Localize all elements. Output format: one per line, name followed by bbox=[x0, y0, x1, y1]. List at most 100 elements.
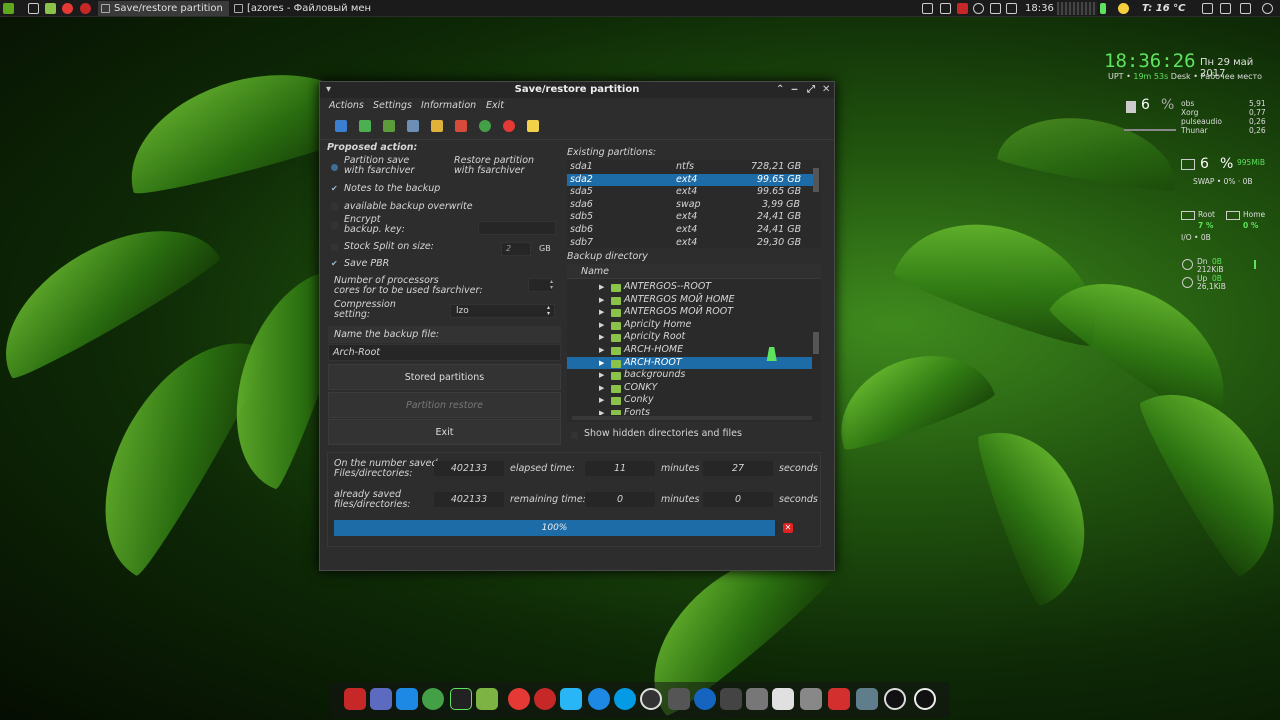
folder-icon[interactable] bbox=[431, 120, 443, 132]
dock-app-icon[interactable] bbox=[856, 688, 878, 710]
minimize-icon[interactable]: ⌃ bbox=[776, 82, 784, 98]
info-icon[interactable] bbox=[527, 120, 539, 132]
speaker-icon[interactable] bbox=[1220, 3, 1231, 14]
dock-app-icon[interactable] bbox=[694, 688, 716, 710]
dock-download-icon[interactable] bbox=[396, 688, 418, 710]
expand-arrow-icon[interactable]: ▶ bbox=[599, 319, 604, 332]
menu-information[interactable]: Information bbox=[421, 100, 476, 111]
notes-label[interactable]: Notes to the backup bbox=[344, 183, 440, 194]
split-label[interactable]: Stock Split on size: bbox=[344, 241, 434, 252]
dock-app-icon[interactable] bbox=[370, 688, 392, 710]
dock-files-icon[interactable] bbox=[476, 688, 498, 710]
terminal-icon[interactable] bbox=[28, 3, 39, 14]
chrome-icon[interactable] bbox=[62, 3, 73, 14]
dock-usb-icon[interactable] bbox=[746, 688, 768, 710]
split-size-spinbox[interactable]: 2 bbox=[501, 242, 531, 256]
shade-icon[interactable]: ‒ bbox=[791, 82, 798, 98]
files-icon[interactable] bbox=[45, 3, 56, 14]
encrypt-key-input[interactable] bbox=[478, 221, 556, 235]
dock-app-icon[interactable] bbox=[772, 688, 794, 710]
exit-button[interactable]: Exit bbox=[328, 419, 561, 445]
radio-restore[interactable] bbox=[441, 164, 448, 171]
cancel-icon[interactable]: ✕ bbox=[783, 523, 793, 533]
column-header-name[interactable]: Name bbox=[567, 264, 821, 279]
split-checkbox[interactable] bbox=[331, 244, 338, 251]
dock-app-icon[interactable] bbox=[800, 688, 822, 710]
dock-chrome-icon[interactable] bbox=[508, 688, 530, 710]
globe-icon[interactable] bbox=[479, 120, 491, 132]
volume-icon[interactable] bbox=[1202, 3, 1213, 14]
encrypt-label[interactable]: Encrypt backup. key: bbox=[344, 215, 405, 235]
dock-gmail-icon[interactable] bbox=[828, 688, 850, 710]
tray-icon[interactable] bbox=[957, 3, 968, 14]
partition-row[interactable]: sda5 ext4 99.65 GB bbox=[567, 186, 815, 199]
restore-icon[interactable] bbox=[359, 120, 371, 132]
expand-arrow-icon[interactable]: ▶ bbox=[599, 369, 604, 382]
partition-restore-button[interactable]: Partition restore bbox=[328, 392, 561, 418]
taskbar-item-save-restore[interactable]: Save/restore partition bbox=[98, 1, 229, 16]
stop-icon[interactable] bbox=[503, 120, 515, 132]
directory-row[interactable]: ▶ ANTERGOS МОЙ HOME bbox=[567, 294, 812, 307]
partition-row[interactable]: sdb5 ext4 24,41 GB bbox=[567, 211, 815, 224]
dock-refresh-icon[interactable] bbox=[422, 688, 444, 710]
expand-arrow-icon[interactable]: ▶ bbox=[599, 331, 604, 344]
overwrite-checkbox[interactable] bbox=[331, 203, 338, 210]
expand-arrow-icon[interactable]: ▶ bbox=[599, 344, 604, 357]
show-hidden-checkbox[interactable] bbox=[571, 432, 578, 439]
expand-arrow-icon[interactable]: ▶ bbox=[599, 407, 604, 415]
taskbar-item-file-manager[interactable]: [azores - Файловый мен... bbox=[231, 1, 371, 16]
radio-restore-label[interactable]: Restore partition with fsarchiver bbox=[454, 156, 534, 176]
tray-icon[interactable] bbox=[973, 3, 984, 14]
pbr-checkbox[interactable]: ✔ bbox=[331, 259, 338, 268]
dock-opera-icon[interactable] bbox=[534, 688, 556, 710]
encrypt-checkbox[interactable] bbox=[331, 222, 338, 229]
tray-icon[interactable] bbox=[922, 3, 933, 14]
directory-hscrollbar[interactable] bbox=[572, 416, 812, 420]
menu-settings[interactable]: Settings bbox=[373, 100, 412, 111]
processors-spinbox[interactable]: ▴ ▾ bbox=[528, 278, 554, 292]
dock-monitor-icon[interactable] bbox=[560, 688, 582, 710]
app-menu-icon[interactable] bbox=[3, 3, 14, 14]
expand-arrow-icon[interactable]: ▶ bbox=[599, 281, 604, 294]
directory-row[interactable]: ▶ CONKY bbox=[567, 382, 812, 395]
dock-skype-icon[interactable] bbox=[614, 688, 636, 710]
stored-partitions-button[interactable]: Stored partitions bbox=[328, 364, 561, 390]
close-icon[interactable]: ✕ bbox=[822, 82, 830, 98]
dock-app-icon[interactable] bbox=[884, 688, 906, 710]
notes-icon[interactable] bbox=[1240, 3, 1251, 14]
directory-row[interactable]: ▶ backgrounds bbox=[567, 369, 812, 382]
notes-checkbox[interactable]: ✔ bbox=[331, 184, 338, 193]
partition-row[interactable]: sda6 swap 3,99 GB bbox=[567, 199, 815, 212]
pbr-label[interactable]: Save PBR bbox=[344, 258, 389, 269]
menu-exit[interactable]: Exit bbox=[486, 100, 504, 111]
partition-scrollbar[interactable] bbox=[813, 168, 819, 192]
dock-app-icon[interactable] bbox=[668, 688, 690, 710]
menu-actions[interactable]: Actions bbox=[329, 100, 364, 111]
dock-chat-icon[interactable] bbox=[588, 688, 610, 710]
tray-icon[interactable] bbox=[1006, 3, 1017, 14]
directory-row[interactable]: ▶ Apricity Home bbox=[567, 319, 812, 332]
radio-save-label[interactable]: Partition save with fsarchiver bbox=[344, 156, 414, 176]
maximize-icon[interactable]: ⤢ bbox=[807, 82, 815, 98]
window-titlebar[interactable]: ▾ Save/restore partition ⌃ ‒ ⤢ ✕ bbox=[320, 82, 834, 98]
dock-obs-icon[interactable] bbox=[640, 688, 662, 710]
partition-row-selected[interactable]: sda2 ext4 99.65 GB bbox=[567, 173, 815, 187]
launcher-icon[interactable] bbox=[80, 3, 91, 14]
backup-icon[interactable] bbox=[383, 120, 395, 132]
dock-app-icon[interactable] bbox=[720, 688, 742, 710]
tray-icon[interactable] bbox=[940, 3, 951, 14]
battery-icon[interactable] bbox=[1100, 3, 1106, 14]
directory-row[interactable]: ▶ ANTERGOS--ROOT bbox=[567, 281, 812, 294]
expand-arrow-icon[interactable]: ▶ bbox=[599, 294, 604, 307]
compression-select[interactable]: lzo ▴ ▾ bbox=[450, 304, 555, 318]
partition-row[interactable]: sdb6 ext4 24,41 GB bbox=[567, 224, 815, 237]
backup-name-input[interactable]: Arch-Root bbox=[328, 344, 561, 361]
directory-row[interactable]: ▶ Fonts bbox=[567, 407, 812, 415]
radio-save[interactable] bbox=[331, 164, 338, 171]
expand-arrow-icon[interactable]: ▶ bbox=[599, 394, 604, 407]
directory-row[interactable]: ▶ ANTERGOS МОЙ ROOT bbox=[567, 306, 812, 319]
tray-icon[interactable] bbox=[990, 3, 1001, 14]
directory-row[interactable]: ▶ Apricity Root bbox=[567, 331, 812, 344]
dock-power-icon[interactable] bbox=[914, 688, 936, 710]
partition-row[interactable]: sda1 ntfs 728,21 GB bbox=[567, 161, 815, 174]
